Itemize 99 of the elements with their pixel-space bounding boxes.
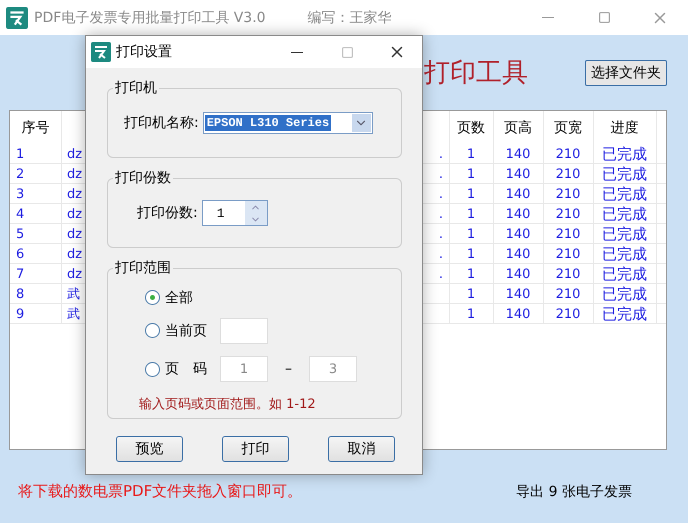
radio-button[interactable] [145,290,160,305]
table-cell: 140 [506,186,530,202]
radio-button[interactable] [145,323,160,338]
table-cell: dz [67,266,82,282]
table-cell: 1 [466,206,476,222]
table-cell: 210 [556,226,580,242]
table-cell: 210 [556,246,580,262]
table-cell: 140 [506,286,530,302]
table-cell: 140 [506,266,530,282]
maximize-icon [340,46,354,58]
progress-cell: 已完成 [602,284,647,304]
table-cell: 1 [466,246,476,262]
to-page-field[interactable]: 3 [309,356,357,382]
table-cell: dz [67,166,82,182]
table-cell: 210 [556,306,580,322]
window-title: PDF电子发票专用批量打印工具 V3.0 [34,8,266,26]
printer-name-label: 打印机名称: [124,114,199,132]
range-hint: 输入页码或页面范围。如 1-12 [138,396,317,413]
author-label: 编写：王家华 [308,8,392,26]
table-cell-text: 武 [67,286,80,303]
table-cell: 9 [16,306,24,322]
current-page-field[interactable] [220,318,268,344]
table-cell: 140 [506,246,530,262]
progress-cell: 已完成 [602,204,647,224]
app-icon [6,6,28,28]
column-header: 页高 [504,118,532,136]
table-cell: 4 [16,206,24,222]
maximize-icon [598,11,610,24]
column-header: 序号 [22,118,50,136]
table-cell: 3 [16,186,24,202]
app-icon [91,42,111,62]
progress-cell: 已完成 [602,244,647,264]
radio-label: 当前页 [165,322,207,340]
table-cell: 1 [466,226,476,242]
table-cell: . [438,246,443,262]
group-title: 打印范围 [113,259,173,277]
table-cell: . [438,226,443,242]
table-cell: 1 [466,306,476,322]
table-cell: 6 [16,246,24,262]
table-cell: 7 [16,266,24,282]
table-cell: 210 [556,286,580,302]
table-cell: 1 [466,286,476,302]
table-cell: 5 [16,226,24,242]
dialog-button[interactable]: 取消 [328,436,395,462]
export-status: 导出 9 张电子发票 [516,483,632,501]
table-cell: 140 [506,206,530,222]
dialog-button[interactable]: 打印 [222,436,289,462]
table-cell: . [438,206,443,222]
table-cell: 2 [16,166,24,182]
table-cell: . [438,146,443,162]
copies-spinner[interactable]: 1 [202,200,268,226]
table-cell: 140 [506,306,530,322]
column-header: 页数 [457,118,485,136]
group-title: 打印机 [113,79,159,97]
table-cell: 210 [556,266,580,282]
table-cell: 8 [16,286,24,302]
progress-cell: 已完成 [602,304,647,324]
column-header: 页宽 [554,118,582,136]
table-cell-text: 武 [67,306,80,323]
app-heading: 打印工具 [424,57,528,89]
dialog-title: 打印设置 [116,43,172,61]
drag-hint: 将下载的数电票PDF文件夹拖入窗口即可。 [18,482,302,501]
choose-folder-button[interactable]: 选择文件夹 [585,60,667,86]
table-cell: 1 [16,146,24,162]
table-cell: 1 [466,146,476,162]
table-cell: dz [67,186,82,202]
radio-button[interactable] [145,362,160,376]
table-cell: dz [67,206,82,222]
table-cell: dz [67,226,82,242]
table-cell: 210 [556,146,580,162]
table-cell: 1 [466,166,476,182]
table-cell: . [438,166,443,182]
progress-cell: 已完成 [602,144,647,164]
progress-cell: 已完成 [602,164,647,184]
radio-label: 页 码 [165,360,207,378]
range-dash: – [285,361,292,377]
progress-cell: 已完成 [602,184,647,204]
dialog-button[interactable]: 预览 [116,436,183,462]
table-cell: dz [67,146,82,162]
copies-label: 打印份数: [137,204,198,222]
progress-cell: 已完成 [602,224,647,244]
progress-cell: 已完成 [602,264,647,284]
minimize-icon [542,17,554,18]
column-header: 进度 [610,118,638,136]
table-cell: 1 [466,186,476,202]
radio-label: 全部 [165,288,193,306]
table-cell: 140 [506,146,530,162]
table-cell: 1 [466,266,476,282]
table-cell: dz [67,246,82,262]
table-cell: 210 [556,186,580,202]
from-page-field[interactable]: 1 [220,356,268,382]
table-cell: . [438,266,443,282]
group-title: 打印份数 [113,169,173,187]
table-cell: 140 [506,166,530,182]
table-cell: 140 [506,226,530,242]
table-cell: . [438,186,443,202]
table-cell: 210 [556,206,580,222]
printer-dropdown[interactable]: EPSON L310 Series [202,112,373,134]
table-cell: 210 [556,166,580,182]
